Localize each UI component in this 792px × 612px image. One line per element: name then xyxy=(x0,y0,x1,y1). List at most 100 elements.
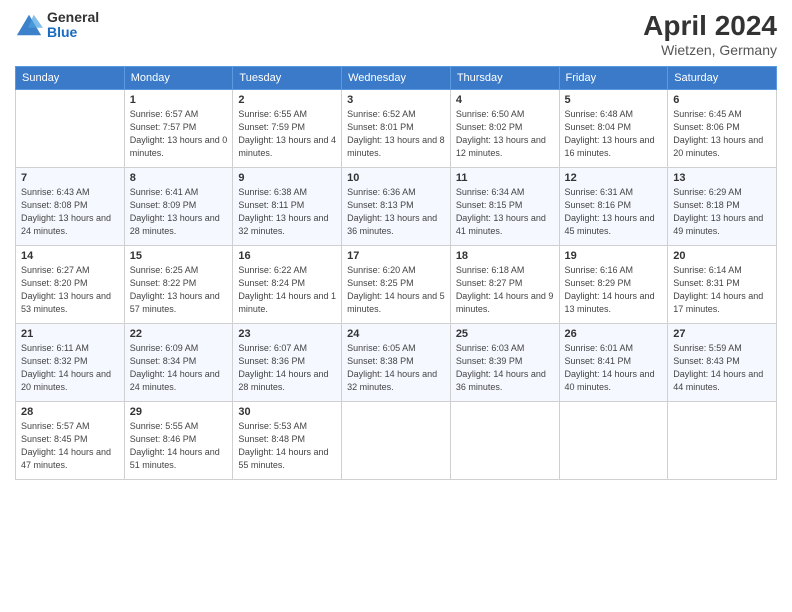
col-thursday: Thursday xyxy=(450,67,559,90)
day-number: 26 xyxy=(565,328,663,340)
col-wednesday: Wednesday xyxy=(342,67,451,90)
day-info: Sunrise: 6:50 AMSunset: 8:02 PMDaylight:… xyxy=(456,108,554,160)
day-number: 23 xyxy=(238,328,336,340)
cell-week5-day0: 28 Sunrise: 5:57 AMSunset: 8:45 PMDayligh… xyxy=(16,402,125,480)
col-tuesday: Tuesday xyxy=(233,67,342,90)
day-info: Sunrise: 6:01 AMSunset: 8:41 PMDaylight:… xyxy=(565,342,663,394)
logo: General Blue xyxy=(15,10,99,41)
cell-week1-day5: 5Sunrise: 6:48 AMSunset: 8:04 PMDaylight… xyxy=(559,90,668,168)
cell-week5-day2: 30 Sunrise: 5:53 AMSunset: 8:48 PMDayligh… xyxy=(233,402,342,480)
cell-week5-day6 xyxy=(668,402,777,480)
week-row-1: 1 Sunrise: 6:57 AMSunset: 7:57 PMDaylight… xyxy=(16,90,777,168)
day-number: 4 xyxy=(456,94,554,106)
day-info: Sunrise: 6:20 AMSunset: 8:25 PMDaylight:… xyxy=(347,264,445,316)
day-number: 12 xyxy=(565,172,663,184)
day-number: 18 xyxy=(456,250,554,262)
day-info: Sunrise: 6:25 AMSunset: 8:22 PMDaylight:… xyxy=(130,264,228,316)
day-number: 13 xyxy=(673,172,771,184)
day-number: 10 xyxy=(347,172,445,184)
cell-week4-day6: 27 Sunrise: 5:59 AMSunset: 8:43 PMDayligh… xyxy=(668,324,777,402)
cell-week1-day4: 4 Sunrise: 6:50 AMSunset: 8:02 PMDaylight… xyxy=(450,90,559,168)
day-number: 7 xyxy=(21,172,119,184)
day-info: Sunrise: 6:45 AMSunset: 8:06 PMDaylight:… xyxy=(673,108,771,160)
day-number: 14 xyxy=(21,250,119,262)
day-number: 19 xyxy=(565,250,663,262)
day-info: Sunrise: 6:34 AMSunset: 8:15 PMDaylight:… xyxy=(456,186,554,238)
cell-week2-day0: 7 Sunrise: 6:43 AMSunset: 8:08 PMDaylight… xyxy=(16,168,125,246)
logo-blue-text: Blue xyxy=(47,25,99,40)
day-info: Sunrise: 6:16 AMSunset: 8:29 PMDaylight:… xyxy=(565,264,663,316)
cell-week3-day6: 20 Sunrise: 6:14 AMSunset: 8:31 PMDayligh… xyxy=(668,246,777,324)
cell-week2-day3: 10 Sunrise: 6:36 AMSunset: 8:13 PMDayligh… xyxy=(342,168,451,246)
cell-week3-day0: 14 Sunrise: 6:27 AMSunset: 8:20 PMDayligh… xyxy=(16,246,125,324)
day-info: Sunrise: 5:59 AMSunset: 8:43 PMDaylight:… xyxy=(673,342,771,394)
day-number: 29 xyxy=(130,406,228,418)
day-number: 24 xyxy=(347,328,445,340)
cell-week4-day1: 22 Sunrise: 6:09 AMSunset: 8:34 PMDayligh… xyxy=(124,324,233,402)
day-number: 20 xyxy=(673,250,771,262)
cell-week3-day3: 17 Sunrise: 6:20 AMSunset: 8:25 PMDayligh… xyxy=(342,246,451,324)
title-block: April 2024 Wietzen, Germany xyxy=(643,10,777,58)
week-row-3: 14 Sunrise: 6:27 AMSunset: 8:20 PMDayligh… xyxy=(16,246,777,324)
day-info: Sunrise: 6:11 AMSunset: 8:32 PMDaylight:… xyxy=(21,342,119,394)
cell-week4-day4: 25 Sunrise: 6:03 AMSunset: 8:39 PMDayligh… xyxy=(450,324,559,402)
col-monday: Monday xyxy=(124,67,233,90)
day-number: 1 xyxy=(130,94,228,106)
cell-week2-day4: 11Sunrise: 6:34 AMSunset: 8:15 PMDayligh… xyxy=(450,168,559,246)
col-friday: Friday xyxy=(559,67,668,90)
day-number: 8 xyxy=(130,172,228,184)
day-info: Sunrise: 6:22 AMSunset: 8:24 PMDaylight:… xyxy=(238,264,336,316)
day-info: Sunrise: 6:55 AMSunset: 7:59 PMDaylight:… xyxy=(238,108,336,160)
day-info: Sunrise: 6:31 AMSunset: 8:16 PMDaylight:… xyxy=(565,186,663,238)
header-row: Sunday Monday Tuesday Wednesday Thursday… xyxy=(16,67,777,90)
logo-text: General Blue xyxy=(47,10,99,41)
cell-week5-day1: 29Sunrise: 5:55 AMSunset: 8:46 PMDayligh… xyxy=(124,402,233,480)
cell-week3-day1: 15 Sunrise: 6:25 AMSunset: 8:22 PMDayligh… xyxy=(124,246,233,324)
day-info: Sunrise: 6:27 AMSunset: 8:20 PMDaylight:… xyxy=(21,264,119,316)
week-row-5: 28 Sunrise: 5:57 AMSunset: 8:45 PMDayligh… xyxy=(16,402,777,480)
day-number: 25 xyxy=(456,328,554,340)
day-info: Sunrise: 5:57 AMSunset: 8:45 PMDaylight:… xyxy=(21,420,119,472)
day-number: 28 xyxy=(21,406,119,418)
cell-week3-day4: 18 Sunrise: 6:18 AMSunset: 8:27 PMDayligh… xyxy=(450,246,559,324)
day-info: Sunrise: 6:43 AMSunset: 8:08 PMDaylight:… xyxy=(21,186,119,238)
day-info: Sunrise: 6:09 AMSunset: 8:34 PMDaylight:… xyxy=(130,342,228,394)
page: General Blue April 2024 Wietzen, Germany… xyxy=(0,0,792,612)
cell-week2-day1: 8 Sunrise: 6:41 AMSunset: 8:09 PMDaylight… xyxy=(124,168,233,246)
day-number: 22 xyxy=(130,328,228,340)
header: General Blue April 2024 Wietzen, Germany xyxy=(15,10,777,58)
day-info: Sunrise: 6:18 AMSunset: 8:27 PMDaylight:… xyxy=(456,264,554,316)
day-info: Sunrise: 6:03 AMSunset: 8:39 PMDaylight:… xyxy=(456,342,554,394)
cell-week1-day0 xyxy=(16,90,125,168)
day-info: Sunrise: 6:41 AMSunset: 8:09 PMDaylight:… xyxy=(130,186,228,238)
day-info: Sunrise: 6:05 AMSunset: 8:38 PMDaylight:… xyxy=(347,342,445,394)
day-number: 17 xyxy=(347,250,445,262)
day-number: 2 xyxy=(238,94,336,106)
day-info: Sunrise: 6:38 AMSunset: 8:11 PMDaylight:… xyxy=(238,186,336,238)
day-number: 15 xyxy=(130,250,228,262)
day-info: Sunrise: 6:52 AMSunset: 8:01 PMDaylight:… xyxy=(347,108,445,160)
day-number: 30 xyxy=(238,406,336,418)
day-info: Sunrise: 5:53 AMSunset: 8:48 PMDaylight:… xyxy=(238,420,336,472)
week-row-4: 21Sunrise: 6:11 AMSunset: 8:32 PMDayligh… xyxy=(16,324,777,402)
day-info: Sunrise: 6:57 AMSunset: 7:57 PMDaylight:… xyxy=(130,108,228,160)
cell-week4-day5: 26 Sunrise: 6:01 AMSunset: 8:41 PMDayligh… xyxy=(559,324,668,402)
cell-week4-day3: 24 Sunrise: 6:05 AMSunset: 8:38 PMDayligh… xyxy=(342,324,451,402)
day-info: Sunrise: 6:14 AMSunset: 8:31 PMDaylight:… xyxy=(673,264,771,316)
cell-week2-day6: 13 Sunrise: 6:29 AMSunset: 8:18 PMDayligh… xyxy=(668,168,777,246)
col-saturday: Saturday xyxy=(668,67,777,90)
cell-week5-day5 xyxy=(559,402,668,480)
cell-week3-day2: 16Sunrise: 6:22 AMSunset: 8:24 PMDayligh… xyxy=(233,246,342,324)
cell-week5-day3 xyxy=(342,402,451,480)
week-row-2: 7 Sunrise: 6:43 AMSunset: 8:08 PMDaylight… xyxy=(16,168,777,246)
day-number: 3 xyxy=(347,94,445,106)
cell-week2-day2: 9 Sunrise: 6:38 AMSunset: 8:11 PMDaylight… xyxy=(233,168,342,246)
col-sunday: Sunday xyxy=(16,67,125,90)
day-info: Sunrise: 6:29 AMSunset: 8:18 PMDaylight:… xyxy=(673,186,771,238)
day-number: 9 xyxy=(238,172,336,184)
cell-week1-day6: 6Sunrise: 6:45 AMSunset: 8:06 PMDaylight… xyxy=(668,90,777,168)
day-number: 27 xyxy=(673,328,771,340)
cell-week3-day5: 19 Sunrise: 6:16 AMSunset: 8:29 PMDayligh… xyxy=(559,246,668,324)
day-info: Sunrise: 6:36 AMSunset: 8:13 PMDaylight:… xyxy=(347,186,445,238)
day-info: Sunrise: 6:48 AMSunset: 8:04 PMDaylight:… xyxy=(565,108,663,160)
